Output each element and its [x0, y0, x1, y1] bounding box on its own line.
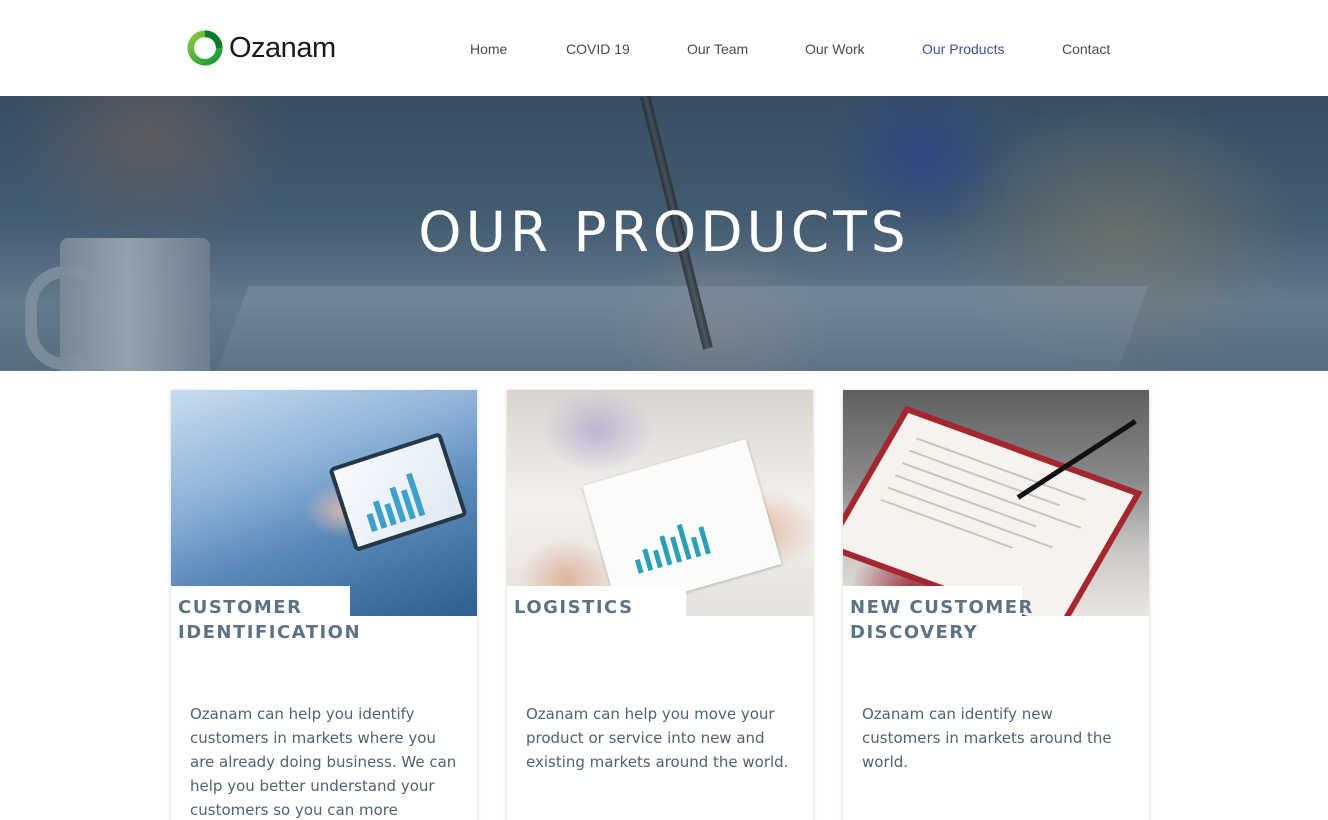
nav-our-work[interactable]: Our Work [805, 38, 865, 60]
page-title: OUR PRODUCTS [418, 200, 910, 264]
card-title-line: CUSTOMER [178, 597, 303, 618]
card-title: NEW CUSTOMER DISCOVERY [850, 595, 1050, 645]
card-description: Ozanam can help you move your product or… [526, 705, 789, 771]
product-card-customer-identification: CUSTOMER IDENTIFICATION Ozanam can help … [171, 390, 477, 820]
logo-wordmark: Ozanam [229, 31, 336, 64]
card-image-signing-document [843, 390, 1149, 616]
card-title-line: NEW CUSTOMER [850, 597, 1034, 618]
product-card-new-customer-discovery: NEW CUSTOMER DISCOVERY Ozanam can identi… [843, 390, 1149, 820]
card-title-line: LOGISTICS [514, 597, 634, 618]
logo-ring-icon [187, 30, 223, 66]
card-title-line: DISCOVERY [850, 622, 979, 643]
card-title: LOGISTICS [514, 595, 714, 620]
site-header: Ozanam Home COVID 19 Our Team Our Work O… [0, 0, 1328, 96]
nav-home[interactable]: Home [470, 38, 507, 60]
card-image-team-reviewing-charts [507, 390, 813, 616]
nav-contact[interactable]: Contact [1062, 38, 1110, 60]
nav-covid-19[interactable]: COVID 19 [566, 38, 630, 60]
card-image-tablet-meeting [171, 390, 477, 616]
card-description: Ozanam can help you identify customers i… [190, 705, 457, 819]
nav-our-team[interactable]: Our Team [687, 38, 748, 60]
product-card-logistics: LOGISTICS Ozanam can help you move your … [507, 390, 813, 820]
nav-our-products[interactable]: Our Products [922, 38, 1004, 60]
hero-banner: OUR PRODUCTS [0, 96, 1328, 371]
ozanam-logo[interactable]: Ozanam [170, 0, 360, 96]
card-title-line: IDENTIFICATION [178, 622, 362, 643]
card-description: Ozanam can identify new customers in mar… [862, 705, 1112, 771]
card-title: CUSTOMER IDENTIFICATION [178, 595, 378, 645]
tablet-chart-image [328, 431, 468, 553]
